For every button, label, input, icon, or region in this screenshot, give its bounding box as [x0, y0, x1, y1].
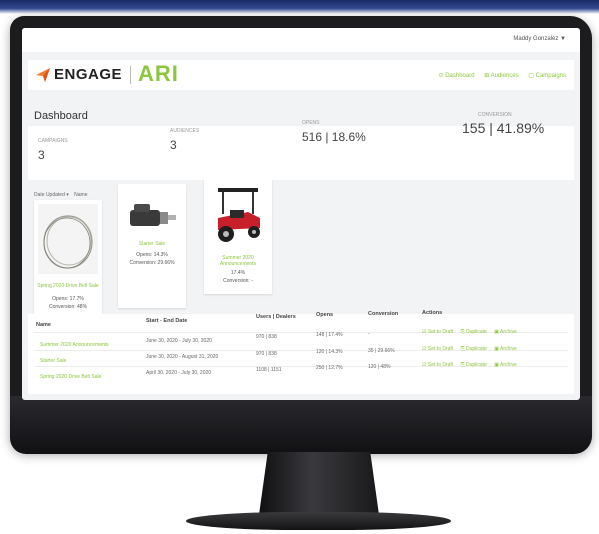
set-to-draft-label: Set to Draft [427, 362, 454, 368]
set-to-draft-label: Set to Draft [427, 329, 454, 335]
stat-campaigns-value: 3 [38, 148, 45, 162]
stat-audiences-label: Audiences [170, 128, 200, 134]
stat-campaigns-label: Campaigns [38, 138, 68, 144]
archive-button[interactable]: ▣ Archive [494, 346, 517, 352]
col-name[interactable]: Name [36, 322, 51, 328]
row-name-link[interactable]: Spring 2020 Drive Belt Sale [40, 374, 101, 380]
stats-panel: Campaigns 3 Audiences 3 Opens 516 | 18.6… [28, 112, 574, 180]
archive-label: Archive [500, 362, 517, 368]
row-users: 1108 | 1151 [256, 367, 282, 373]
archive-button[interactable]: ▣ Archive [494, 329, 517, 335]
nav-campaigns-label: Campaigns [535, 73, 566, 79]
archive-button[interactable]: ▣ Archive [494, 362, 517, 368]
set-to-draft-button[interactable]: ☑ Set to Draft [422, 362, 453, 368]
set-to-draft-button[interactable]: ☑ Set to Draft [422, 346, 453, 352]
row-opens: 250 | 12.7% [316, 365, 343, 371]
brand-divider [130, 66, 131, 84]
row-dates: April 30, 2020 - July 30, 2020 [146, 370, 212, 376]
card-title[interactable]: Summer 2020 Announcements [206, 255, 270, 268]
campaign-card[interactable]: Spring 2020 Drive Belt Sale Opens: 17.7%… [34, 200, 102, 328]
card-conversion: Conversion: 48% [48, 304, 88, 310]
duplicate-button[interactable]: ⎘ Duplicate [461, 329, 487, 335]
lawn-tractor-image [208, 182, 268, 252]
stat-audiences-value: 3 [170, 138, 177, 152]
stat-conversion-label: Conversion [478, 112, 512, 118]
card-title[interactable]: Spring 2020 Drive Belt Sale [36, 283, 100, 290]
card-conversion: Conversion: - [223, 278, 253, 284]
col-dates[interactable]: Start - End Date [146, 318, 187, 324]
col-conversion[interactable]: Conversion [368, 311, 398, 317]
row-users: 970 | 838 [256, 351, 277, 357]
stat-opens-label: Opens [302, 120, 320, 126]
row-name-link[interactable]: Starter Sale [40, 358, 66, 364]
card-title[interactable]: Starter Sale [120, 241, 184, 248]
stat-opens-value: 516 | 18.6% [302, 130, 366, 144]
header: ENGAGE ARI ⊙ Dashboard ⊞ Audiences ▢ Cam… [28, 60, 574, 90]
app-screen: Maddy Gonzalez ▼ ENGAGE ARI ⊙ Dashboard … [22, 28, 580, 400]
campaign-table: Name Start - End Date Users | Dealers Op… [28, 310, 574, 394]
nav-dashboard[interactable]: ⊙ Dashboard [438, 73, 474, 79]
row-dates: June 30, 2020 - July 30, 2020 [146, 338, 212, 344]
background-glow [0, 0, 599, 14]
row-actions: ☑ Set to Draft ⎘ Duplicate ▣ Archive [422, 362, 523, 368]
row-users: 970 | 838 [256, 334, 277, 340]
nav-dashboard-label: Dashboard [445, 73, 475, 79]
nav-campaigns[interactable]: ▢ Campaigns [528, 73, 566, 79]
card-opens: Opens: 17.7% [52, 296, 84, 302]
duplicate-label: Duplicate [465, 346, 487, 352]
monitor-chin [10, 396, 592, 454]
card-opens: Opens: 14.3% [136, 252, 168, 258]
duplicate-label: Duplicate [465, 362, 487, 368]
duplicate-button[interactable]: ⎘ Duplicate [461, 362, 487, 368]
card-opens: 17.4% [230, 270, 246, 276]
row-actions: ☑ Set to Draft ⎘ Duplicate ▣ Archive [422, 346, 523, 352]
card-conversion: Conversion: 29.66% [129, 260, 175, 266]
row-conversion: 35 | 29.66% [368, 348, 395, 354]
duplicate-label: Duplicate [465, 329, 487, 335]
drive-belt-image [38, 204, 98, 274]
brand-engage: ENGAGE [54, 66, 123, 83]
sort-name[interactable]: Name [74, 192, 87, 198]
duplicate-button[interactable]: ⎘ Duplicate [461, 346, 487, 352]
row-actions: ☑ Set to Draft ⎘ Duplicate ▣ Archive [422, 329, 523, 335]
row-dates: June 30, 2020 - August 31, 2020 [146, 354, 219, 360]
campaign-card[interactable]: Starter Sale Opens: 14.3% Conversion: 29… [118, 184, 186, 308]
col-actions: Actions [422, 310, 443, 316]
set-to-draft-button[interactable]: ☑ Set to Draft [422, 329, 453, 335]
row-opens: 120 | 14.3% [316, 349, 343, 355]
campaign-card[interactable]: Summer 2020 Announcements 17.4% Conversi… [204, 178, 272, 294]
nav-audiences-label: Audiences [490, 73, 519, 79]
paper-plane-icon [36, 68, 50, 82]
archive-label: Archive [500, 346, 517, 352]
stat-conversion-value: 155 | 41.89% [462, 120, 545, 136]
top-bar: Maddy Gonzalez ▼ [22, 28, 580, 52]
set-to-draft-label: Set to Draft [427, 346, 454, 352]
monitor-stand-base [186, 512, 451, 530]
col-users[interactable]: Users | Dealers [256, 314, 296, 320]
sort-date-updated[interactable]: Date Updated [34, 192, 65, 198]
sort-bar: Date Updated ▾ Name [34, 192, 88, 198]
archive-label: Archive [500, 329, 517, 335]
nav-audiences[interactable]: ⊞ Audiences [484, 73, 518, 79]
row-conversion: 120 | 48% [368, 364, 391, 370]
main-nav: ⊙ Dashboard ⊞ Audiences ▢ Campaigns [430, 72, 566, 79]
page-title: Dashboard [34, 110, 88, 122]
row-conversion: - [368, 331, 370, 337]
user-menu[interactable]: Maddy Gonzalez ▼ [513, 36, 566, 42]
brand-ari: ARI [138, 61, 179, 86]
row-opens: 148 | 17.4% [316, 332, 343, 338]
col-opens[interactable]: Opens [316, 312, 333, 318]
row-name-link[interactable]: Summer 2020 Announcements [40, 342, 109, 348]
